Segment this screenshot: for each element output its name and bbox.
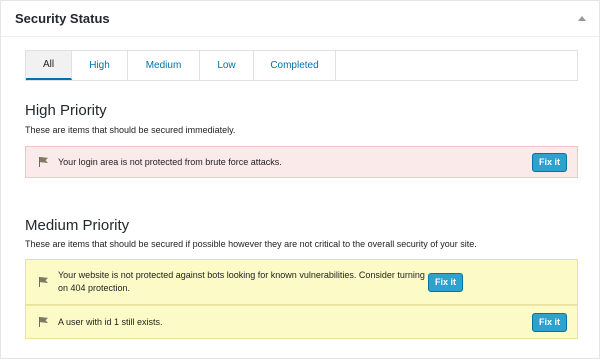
panel-header: Security Status — [1, 1, 599, 37]
high-priority-title: High Priority — [25, 102, 107, 119]
collapse-toggle-icon[interactable] — [577, 14, 587, 24]
issue-text: Your login area is not protected from br… — [58, 156, 282, 167]
tab-all[interactable]: All — [26, 51, 72, 80]
flag-icon — [38, 317, 50, 327]
issue-item-brute-force: Your login area is not protected from br… — [25, 146, 578, 178]
flag-icon — [38, 277, 50, 287]
medium-priority-title: Medium Priority — [25, 217, 130, 234]
issue-text: Your website is not protected against bo… — [58, 270, 425, 293]
medium-priority-description: These are items that should be secured i… — [25, 239, 477, 249]
tab-low[interactable]: Low — [200, 51, 254, 80]
panel-title: Security Status — [15, 11, 110, 26]
security-status-panel: Security Status All High Medium Low Comp… — [0, 0, 600, 359]
tab-completed[interactable]: Completed — [254, 51, 336, 80]
issue-item-404-protection: Your website is not protected against bo… — [25, 259, 578, 305]
tab-high[interactable]: High — [72, 51, 128, 80]
issue-item-user-id-1: A user with id 1 still exists. Fix it — [25, 305, 578, 339]
issue-text: A user with id 1 still exists. — [58, 316, 163, 327]
fix-it-button[interactable]: Fix it — [428, 272, 463, 292]
tab-medium[interactable]: Medium — [128, 51, 200, 80]
high-priority-description: These are items that should be secured i… — [25, 125, 236, 135]
priority-tabs: All High Medium Low Completed — [25, 50, 578, 81]
fix-it-button[interactable]: Fix it — [532, 152, 567, 172]
fix-it-button[interactable]: Fix it — [532, 312, 567, 332]
flag-icon — [38, 157, 50, 167]
